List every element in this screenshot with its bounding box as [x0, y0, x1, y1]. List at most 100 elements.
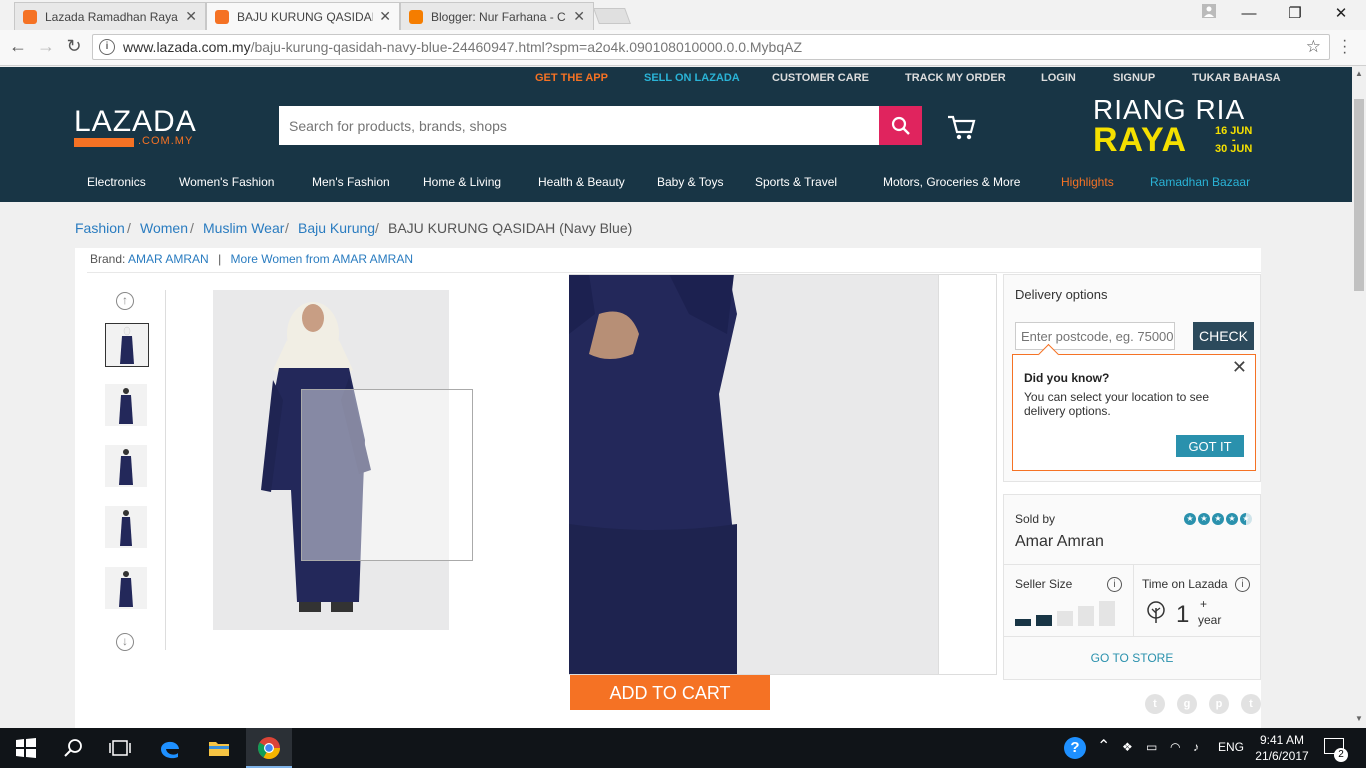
sell-link[interactable]: SELL ON LAZADA [644, 72, 740, 84]
info-icon[interactable]: i [1107, 577, 1122, 592]
back-icon[interactable]: ← [6, 36, 30, 57]
nav-highlights[interactable]: Highlights [1061, 175, 1114, 189]
url-domain: www.lazada.com.my [123, 39, 251, 55]
cart-icon[interactable] [946, 113, 976, 141]
battery-icon[interactable]: ▭ [1146, 740, 1157, 754]
browser-menu-icon[interactable]: · · · [1342, 33, 1347, 61]
nav-health-beauty[interactable]: Health & Beauty [538, 175, 625, 189]
star-icon: ★ [1184, 513, 1196, 525]
lazada-logo[interactable]: LAZADA [74, 105, 197, 139]
chrome-taskbar-button[interactable] [246, 728, 292, 768]
seller-name[interactable]: Amar Amran [1015, 533, 1104, 551]
restore-icon[interactable]: ❐ [1272, 0, 1318, 28]
postcode-input[interactable] [1015, 322, 1175, 350]
close-icon[interactable]: ✕ [1232, 357, 1247, 378]
scroll-down-icon[interactable]: ▼ [1355, 714, 1363, 723]
brand-line: Brand: AMAR AMRAN | More Women from AMAR… [90, 252, 414, 266]
task-view-icon[interactable] [108, 736, 132, 760]
close-tab-icon[interactable]: ✕ [379, 8, 391, 25]
breadcrumb-fashion[interactable]: Fashion [75, 220, 125, 236]
logo-underline: .COM.MY [74, 135, 200, 147]
nav-mens-fashion[interactable]: Men's Fashion [312, 175, 390, 189]
search-button[interactable] [879, 106, 922, 145]
go-to-store-link[interactable]: GO TO STORE [1004, 651, 1260, 665]
search-input[interactable] [279, 106, 879, 145]
nav-sports-travel[interactable]: Sports & Travel [755, 175, 837, 189]
thumbnail[interactable] [105, 384, 149, 428]
search-icon[interactable] [62, 736, 86, 760]
add-to-cart-button[interactable]: ADD TO CART [570, 675, 770, 710]
signup-link[interactable]: SIGNUP [1113, 72, 1155, 84]
site-info-icon[interactable]: i [99, 39, 115, 55]
volume-icon[interactable]: ♪ [1193, 740, 1199, 754]
breadcrumb-women[interactable]: Women [140, 220, 188, 236]
half-star-icon: ★ [1240, 513, 1252, 525]
nav-motors-groceries[interactable]: Motors, Groceries & More [883, 175, 1020, 189]
clock-date: 21/6/2017 [1255, 749, 1309, 763]
more-from-brand-link[interactable]: More Women from AMAR AMRAN [231, 252, 413, 266]
new-tab-button[interactable] [593, 8, 631, 24]
nav-electronics[interactable]: Electronics [87, 175, 146, 189]
forward-icon[interactable]: → [34, 36, 58, 57]
bookmark-star-icon[interactable]: ☆ [1306, 37, 1321, 57]
tab-title: Lazada Ramadhan Raya [45, 9, 178, 24]
track-order-link[interactable]: TRACK MY ORDER [905, 72, 1006, 84]
clock-time: 9:41 AM [1259, 733, 1305, 747]
help-icon[interactable]: ? [1064, 737, 1086, 759]
thumbs-down-arrow-icon[interactable]: ↓ [116, 633, 134, 651]
close-tab-icon[interactable]: ✕ [573, 8, 585, 25]
page-scrollbar[interactable]: ▲ ▼ [1352, 67, 1366, 728]
pinterest-icon[interactable]: p [1209, 694, 1229, 714]
twitter-icon[interactable]: t [1145, 694, 1165, 714]
language-indicator[interactable]: ENG [1218, 740, 1244, 754]
get-app-link[interactable]: GET THE APP [535, 72, 608, 84]
thumbnail[interactable] [105, 323, 149, 367]
browser-tab-strip: Lazada Ramadhan Raya ✕ BAJU KURUNG QASID… [0, 0, 1366, 30]
minimize-icon[interactable]: — [1226, 0, 1272, 28]
browser-tab[interactable]: Lazada Ramadhan Raya ✕ [14, 2, 206, 30]
thumbnail[interactable] [105, 445, 149, 489]
windows-taskbar: ? ⌃ ❖ ▭ ◠ ♪ ENG 9:41 AM 21/6/2017 2 [0, 728, 1366, 768]
thumbnail[interactable] [105, 506, 149, 550]
breadcrumb-baju-kurung[interactable]: Baju Kurung [298, 220, 375, 236]
scroll-up-icon[interactable]: ▲ [1355, 69, 1363, 78]
category-nav: Electronics Women's Fashion Men's Fashio… [0, 162, 1352, 202]
google-plus-icon[interactable]: g [1177, 694, 1197, 714]
got-it-button[interactable]: GOT IT [1176, 435, 1244, 457]
browser-tab-active[interactable]: BAJU KURUNG QASIDAH ✕ [206, 2, 400, 30]
breadcrumb-muslim-wear[interactable]: Muslim Wear [203, 220, 284, 236]
thumbs-up-arrow-icon[interactable]: ↑ [116, 292, 134, 310]
address-bar[interactable]: i www.lazada.com.my/baju-kurung-qasidah-… [92, 34, 1330, 60]
product-card: Brand: AMAR AMRAN | More Women from AMAR… [75, 248, 1261, 728]
close-tab-icon[interactable]: ✕ [185, 8, 197, 25]
browser-tab[interactable]: Blogger: Nur Farhana - C ✕ [400, 2, 594, 30]
thumbnail[interactable] [105, 567, 149, 611]
nav-womens-fashion[interactable]: Women's Fashion [179, 175, 274, 189]
tray-chevron-icon[interactable]: ⌃ [1097, 736, 1110, 756]
scrollbar-thumb[interactable] [1354, 99, 1364, 291]
info-icon[interactable]: i [1235, 577, 1250, 592]
edge-icon[interactable] [158, 736, 182, 760]
nav-ramadhan-bazaar[interactable]: Ramadhan Bazaar [1150, 175, 1250, 189]
browser-toolbar: ← → ↻ i www.lazada.com.my/baju-kurung-qa… [0, 30, 1366, 66]
nav-baby-toys[interactable]: Baby & Toys [657, 175, 723, 189]
customer-care-link[interactable]: CUSTOMER CARE [772, 72, 869, 84]
login-link[interactable]: LOGIN [1041, 72, 1076, 84]
sold-by-label: Sold by [1015, 512, 1056, 526]
brand-link[interactable]: AMAR AMRAN [128, 252, 209, 266]
nav-home-living[interactable]: Home & Living [423, 175, 501, 189]
language-link[interactable]: TUKAR BAHASA [1192, 72, 1281, 84]
tumblr-icon[interactable]: t [1241, 694, 1261, 714]
check-button[interactable]: CHECK [1193, 322, 1254, 350]
windows-start-icon[interactable] [14, 736, 38, 760]
promo-raya: RAYA [1093, 121, 1188, 159]
time-unit: year [1198, 613, 1222, 627]
clock[interactable]: 9:41 AM 21/6/2017 [1254, 732, 1310, 764]
close-window-icon[interactable]: ✕ [1318, 0, 1364, 28]
zoom-lens[interactable] [301, 389, 473, 561]
reload-icon[interactable]: ↻ [62, 36, 86, 57]
star-icon: ★ [1226, 513, 1238, 525]
wifi-icon[interactable]: ◠ [1170, 740, 1180, 754]
dropbox-icon[interactable]: ❖ [1122, 740, 1133, 754]
file-explorer-icon[interactable] [207, 736, 231, 760]
